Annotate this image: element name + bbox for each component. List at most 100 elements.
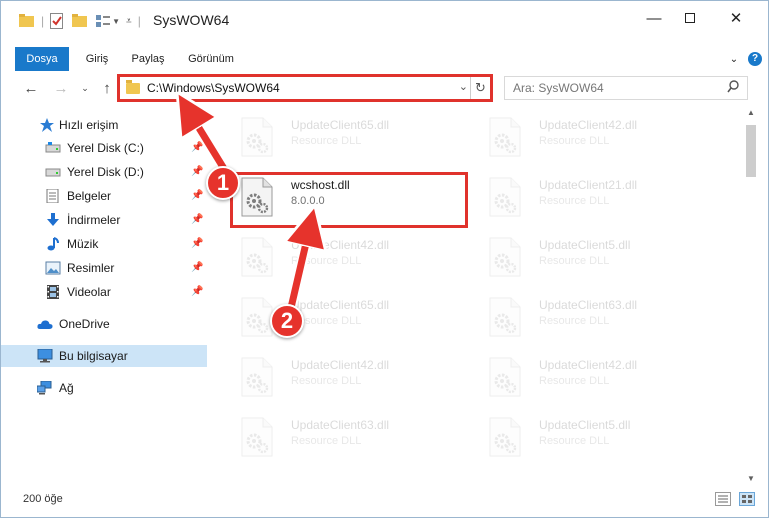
download-icon <box>47 213 59 226</box>
details-view-icon[interactable] <box>715 492 731 506</box>
file-tile[interactable]: UpdateClient42.dll Resource DLL <box>219 229 459 283</box>
file-name: UpdateClient65.dll <box>291 298 390 312</box>
star-icon <box>40 118 54 132</box>
file-name: UpdateClient21.dll <box>539 178 638 192</box>
navigation-pane: Hızlı erişim Yerel Disk (C:) 📌 Yerel Dis… <box>1 109 207 479</box>
nav-item-local-disk-d[interactable]: Yerel Disk (D:) 📌 <box>1 161 207 183</box>
search-box[interactable]: Ara: SysWOW64 <box>504 76 748 100</box>
pictures-icon <box>45 261 61 275</box>
minimize-icon: — <box>646 9 662 27</box>
tab-file[interactable]: Dosya <box>15 47 69 71</box>
large-icons-view-icon[interactable] <box>739 492 755 506</box>
pin-icon[interactable]: 📌 <box>191 190 203 201</box>
view-options-icon[interactable] <box>96 14 111 28</box>
refresh-button[interactable]: ↻ <box>470 77 490 99</box>
file-description: Resource DLL <box>539 195 610 207</box>
dll-file-icon <box>241 117 273 157</box>
drive-icon <box>45 142 61 153</box>
nav-item-pictures[interactable]: Resimler 📌 <box>1 257 207 279</box>
file-tile[interactable]: UpdateClient5.dll Resource DLL <box>467 229 707 283</box>
file-tile[interactable]: UpdateClient63.dll Resource DLL <box>219 409 459 463</box>
maximize-icon <box>685 13 695 23</box>
dll-file-icon <box>489 177 521 217</box>
file-tile[interactable]: UpdateClient5.dll Resource DLL <box>467 409 707 463</box>
nav-item-videos[interactable]: Videolar 📌 <box>1 281 207 303</box>
file-name: UpdateClient63.dll <box>539 298 638 312</box>
pin-icon[interactable]: 📌 <box>191 142 203 153</box>
new-folder-icon[interactable] <box>72 14 88 28</box>
search-input[interactable]: Ara: SysWOW64 <box>513 81 604 95</box>
file-tile[interactable]: UpdateClient65.dll Resource DLL <box>219 109 459 163</box>
file-tile[interactable]: UpdateClient42.dll Resource DLL <box>467 109 707 163</box>
dll-file-icon <box>489 297 521 337</box>
window-title: SysWOW64 <box>153 12 230 28</box>
step-badge-1: 1 <box>206 166 240 200</box>
pin-icon[interactable]: 📌 <box>191 166 203 177</box>
file-description: Resource DLL <box>539 375 610 387</box>
close-icon: ✕ <box>729 10 743 27</box>
forward-arrow-icon: → <box>53 79 69 97</box>
search-icon <box>727 80 739 93</box>
quick-access-toolbar: | ▼ ⩡ | <box>19 11 147 31</box>
pin-icon[interactable]: 📌 <box>191 238 203 249</box>
file-description: Resource DLL <box>291 375 362 387</box>
chevron-down-icon[interactable]: ▼ <box>112 17 120 26</box>
drive-icon <box>45 168 61 177</box>
nav-item-music[interactable]: Müzik 📌 <box>1 233 207 255</box>
file-name: UpdateClient42.dll <box>539 118 638 132</box>
pin-icon[interactable]: 📌 <box>191 262 203 273</box>
back-arrow-icon: ← <box>23 79 39 97</box>
vertical-scrollbar[interactable]: ▲ ▼ <box>743 105 759 489</box>
scroll-up-icon[interactable]: ▲ <box>743 105 759 121</box>
properties-icon[interactable] <box>50 13 64 29</box>
nav-item-local-disk-c[interactable]: Yerel Disk (C:) 📌 <box>1 137 207 159</box>
file-name: UpdateClient5.dll <box>539 418 631 432</box>
scroll-thumb[interactable] <box>746 125 756 177</box>
customize-toolbar-icon[interactable]: ⩡ <box>126 16 132 27</box>
file-name: UpdateClient42.dll <box>291 358 390 372</box>
tab-share[interactable]: Paylaş <box>123 47 173 71</box>
maximize-button[interactable] <box>667 1 713 35</box>
nav-item-documents[interactable]: Belgeler 📌 <box>1 185 207 207</box>
nav-item-network[interactable]: Ağ <box>1 377 207 399</box>
network-icon <box>37 381 52 395</box>
step-badge-2: 2 <box>270 304 304 338</box>
address-row: ← → ⌄ ↑ C:\Windows\SysWOW64 ⌄ ↻ Ara: Sys… <box>1 73 768 103</box>
explorer-window: | ▼ ⩡ | SysWOW64 — ✕ Dosya Giriş Paylaş … <box>0 0 769 518</box>
file-tile[interactable]: UpdateClient42.dll Resource DLL <box>219 349 459 403</box>
help-icon[interactable]: ? <box>748 52 762 66</box>
nav-item-onedrive[interactable]: OneDrive <box>1 313 207 335</box>
pin-icon[interactable]: 📌 <box>191 214 203 225</box>
close-button[interactable]: ✕ <box>713 1 759 35</box>
dll-file-icon <box>489 417 521 457</box>
nav-item-quick-access[interactable]: Hızlı erişim <box>1 114 207 136</box>
file-name: UpdateClient42.dll <box>539 358 638 372</box>
dll-file-icon <box>241 237 273 277</box>
recent-locations-button[interactable]: ⌄ <box>75 77 95 99</box>
back-button[interactable]: ← <box>21 77 41 99</box>
chevron-down-icon: ⌄ <box>81 82 89 93</box>
tab-view[interactable]: Görünüm <box>181 47 241 71</box>
file-tile[interactable]: UpdateClient42.dll Resource DLL <box>467 349 707 403</box>
file-description: Resource DLL <box>539 435 610 447</box>
tab-home[interactable]: Giriş <box>77 47 117 71</box>
forward-button[interactable]: → <box>51 77 71 99</box>
nav-item-this-pc[interactable]: Bu bilgisayar <box>1 345 207 367</box>
file-description: Resource DLL <box>539 315 610 327</box>
pin-icon[interactable]: 📌 <box>191 286 203 297</box>
up-button[interactable]: ↑ <box>97 77 117 99</box>
file-tile[interactable]: UpdateClient21.dll Resource DLL <box>467 169 707 223</box>
title-bar: | ▼ ⩡ | SysWOW64 — ✕ <box>1 1 768 39</box>
ribbon-expand-button[interactable]: ⌄ <box>724 47 744 71</box>
chevron-down-icon[interactable]: ⌄ <box>459 80 468 93</box>
nav-item-downloads[interactable]: İndirmeler 📌 <box>1 209 207 231</box>
file-list: UpdateClient65.dll Resource DLL UpdateClie… <box>209 105 743 479</box>
dll-file-icon <box>489 237 521 277</box>
file-tile[interactable]: UpdateClient65.dll Resource DLL <box>219 289 459 343</box>
address-path[interactable]: C:\Windows\SysWOW64 <box>147 81 280 95</box>
dll-file-icon <box>241 297 273 337</box>
file-description: Resource DLL <box>291 135 362 147</box>
status-bar: 200 öğe <box>1 485 768 517</box>
file-tile[interactable]: UpdateClient63.dll Resource DLL <box>467 289 707 343</box>
address-bar[interactable]: C:\Windows\SysWOW64 ⌄ ↻ <box>117 74 493 102</box>
